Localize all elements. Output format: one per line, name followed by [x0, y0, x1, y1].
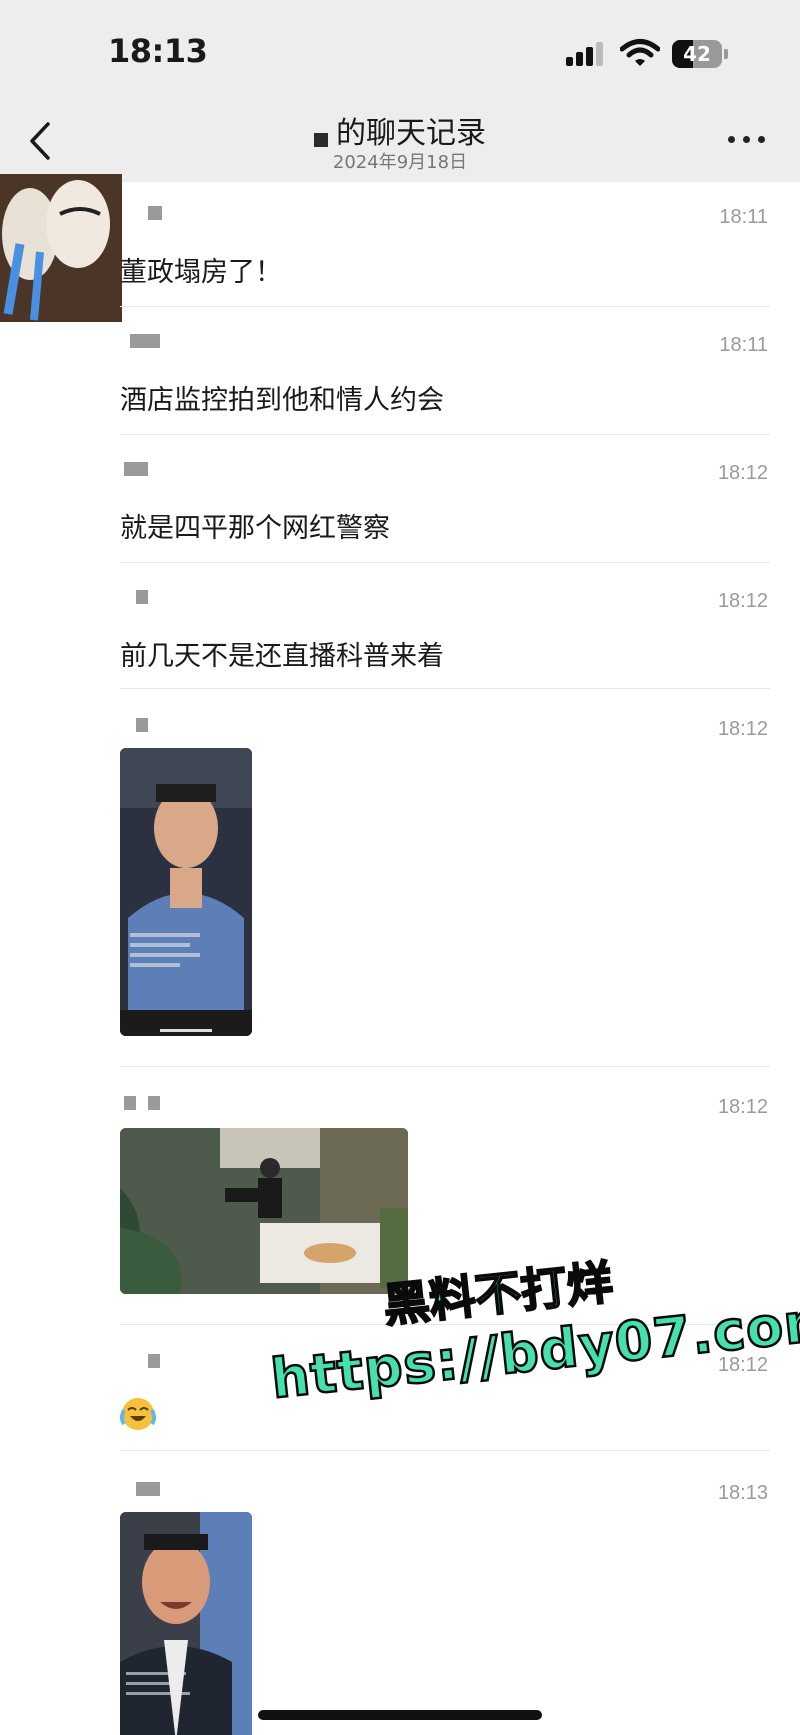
redacted-name-block [314, 133, 328, 147]
message-text: 董政塌房了！ [120, 257, 282, 288]
divider [120, 562, 770, 563]
hotel-room-surveillance-image[interactable] [120, 1128, 408, 1294]
cellular-signal-icon [566, 42, 608, 66]
battery-icon: 42 [672, 40, 728, 68]
divider [120, 1066, 770, 1067]
message-item[interactable]: 18:12 前几天不是还直播科普来着 [120, 590, 770, 690]
more-options-icon[interactable] [728, 136, 768, 146]
status-time: 18:13 [108, 32, 208, 70]
wifi-icon [620, 39, 660, 66]
message-item[interactable]: 18:13 [120, 1482, 770, 1735]
message-time: 18:13 [717, 1482, 768, 1504]
top-bar: 18:13 42 的聊天记录 2024年9月18日 [0, 0, 800, 182]
message-text: 酒店监控拍到他和情人约会 [120, 385, 444, 416]
message-time: 18:12 [717, 462, 768, 484]
man-livestream-image[interactable] [120, 1512, 252, 1735]
message-item[interactable]: 18:11 酒店监控拍到他和情人约会 [120, 334, 770, 434]
sender-avatar[interactable] [0, 174, 122, 322]
home-indicator [258, 1710, 542, 1720]
message-time: 18:12 [717, 590, 768, 612]
message-item[interactable]: 18:11 董政塌房了！ [120, 206, 770, 306]
crying-laughing-emoji-icon [120, 1398, 156, 1430]
message-time: 18:12 [717, 718, 768, 740]
back-chevron-icon[interactable] [22, 118, 62, 164]
divider [120, 688, 770, 689]
chat-history-date: 2024年9月18日 [332, 152, 468, 173]
battery-percent: 42 [683, 42, 711, 66]
police-officer-livestream-image[interactable] [120, 748, 252, 1036]
message-time: 18:11 [719, 334, 768, 356]
message-item[interactable]: 18:12 就是四平那个网红警察 [120, 462, 770, 562]
divider [120, 306, 770, 307]
divider [120, 1450, 770, 1451]
message-time: 18:12 [717, 1096, 768, 1118]
divider [120, 434, 770, 435]
message-item[interactable]: 18:12 [120, 718, 770, 1038]
message-text: 前几天不是还直播科普来着 [120, 641, 444, 672]
message-time: 18:11 [719, 206, 768, 228]
message-text: 就是四平那个网红警察 [120, 513, 390, 544]
chat-history-title: 的聊天记录 [250, 108, 550, 152]
